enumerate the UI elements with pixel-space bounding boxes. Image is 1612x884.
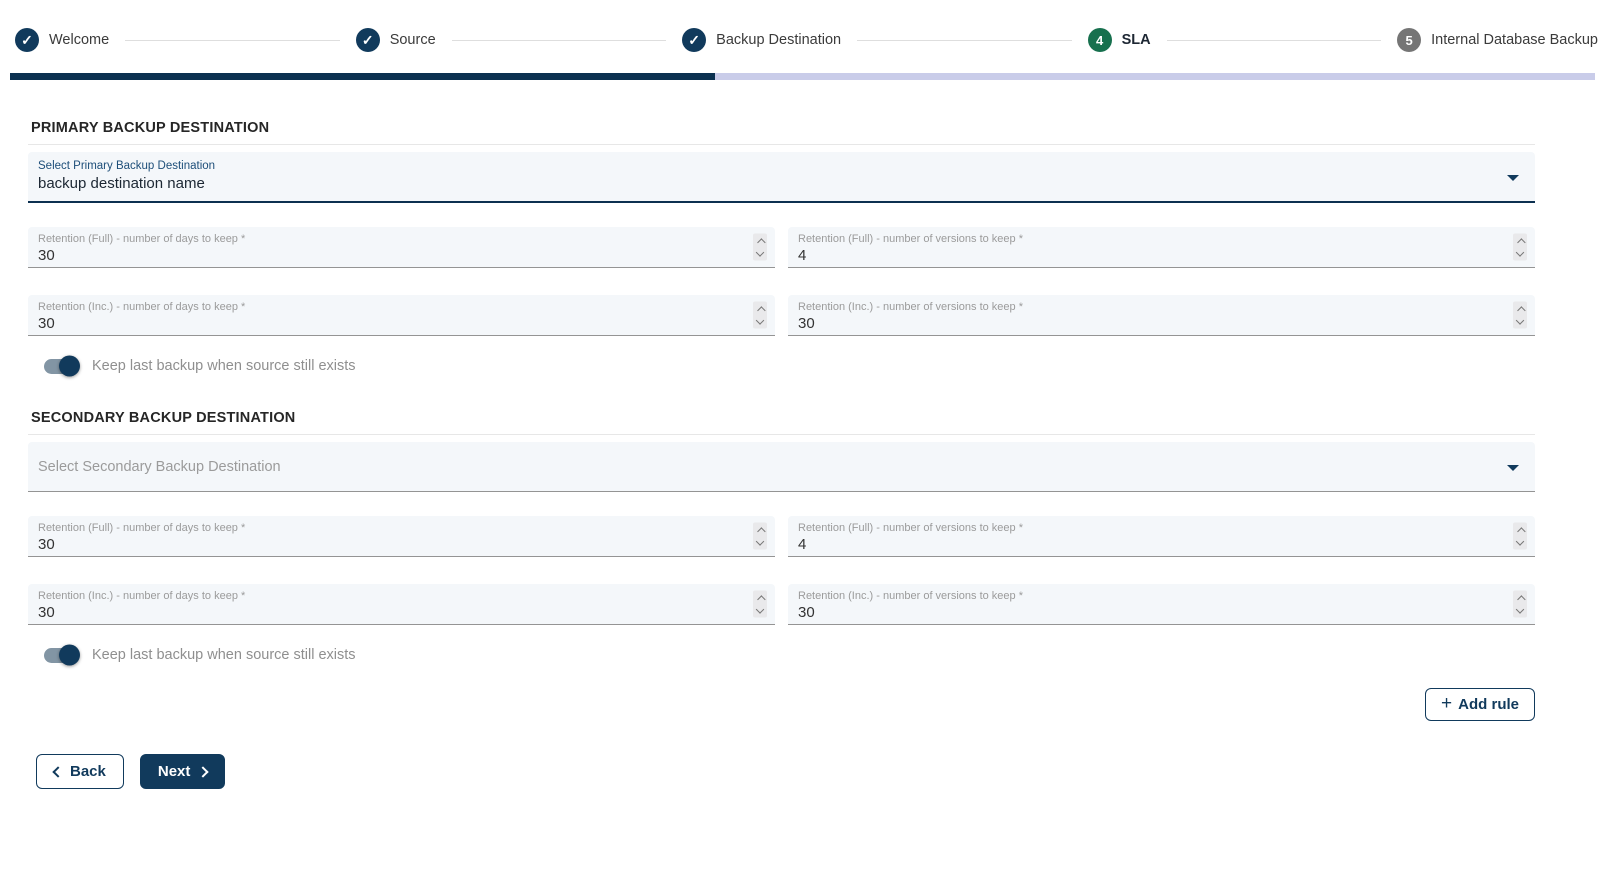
retention-inc-days-input[interactable] [38,315,735,332]
field-label: Retention (Inc.) - number of versions to… [798,590,1495,602]
secondary-backup-destination-section: SECONDARY BACKUP DESTINATION Select Seco… [28,410,1535,663]
chevron-right-icon [198,766,209,777]
chevron-down-icon[interactable] [1507,175,1519,181]
retention-inc-versions-input[interactable] [798,315,1495,332]
wizard-progress-bar [10,73,1595,80]
secondary-backup-destination-select[interactable]: Select Secondary Backup Destination [28,442,1535,492]
number-stepper[interactable] [1513,591,1527,618]
add-rule-label: Add rule [1458,696,1519,713]
retention-inc-days-input[interactable] [38,604,735,621]
retention-full-versions-input[interactable] [798,536,1495,553]
check-icon: ✓ [356,28,380,52]
step-connector [125,40,340,41]
step-backup-destination[interactable]: ✓ Backup Destination [682,28,841,52]
step-connector [1167,40,1382,41]
primary-backup-destination-select[interactable]: Select Primary Backup Destination backup… [28,152,1535,203]
chevron-down-icon[interactable] [1507,465,1519,471]
toggle-label: Keep last backup when source still exist… [92,358,356,374]
retention-full-days-input[interactable] [38,247,735,264]
toggle-label: Keep last backup when source still exist… [92,647,356,663]
next-label: Next [158,763,191,780]
field-label: Retention (Full) - number of versions to… [798,233,1495,245]
next-button[interactable]: Next [140,754,226,789]
select-label: Select Primary Backup Destination [38,160,1491,172]
retention-full-days-input[interactable] [38,536,735,553]
step-label: Source [390,32,436,48]
toggle-thumb [59,356,80,377]
field-label: Retention (Full) - number of days to kee… [38,233,735,245]
retention-inc-days-field[interactable]: Retention (Inc.) - number of days to kee… [28,295,775,336]
retention-inc-versions-input[interactable] [798,604,1495,621]
select-value: backup destination name [38,175,1491,192]
step-label: Welcome [49,32,109,48]
retention-full-versions-field[interactable]: Retention (Full) - number of versions to… [788,516,1535,557]
section-title: PRIMARY BACKUP DESTINATION [31,120,1535,136]
add-rule-button[interactable]: + Add rule [1425,688,1535,721]
number-stepper[interactable] [753,591,767,618]
field-label: Retention (Inc.) - number of versions to… [798,301,1495,313]
divider [28,434,1535,435]
divider [28,144,1535,145]
step-internal-database-backup[interactable]: 5 Internal Database Backup [1397,28,1598,52]
step-connector [452,40,667,41]
step-sla[interactable]: 4 SLA [1088,28,1151,52]
field-label: Retention (Inc.) - number of days to kee… [38,301,735,313]
field-label: Retention (Inc.) - number of days to kee… [38,590,735,602]
check-icon: ✓ [15,28,39,52]
keep-last-backup-toggle[interactable] [44,359,79,374]
number-stepper[interactable] [1513,302,1527,329]
select-placeholder: Select Secondary Backup Destination [38,459,281,475]
plus-icon: + [1441,694,1452,713]
retention-inc-versions-field[interactable]: Retention (Inc.) - number of versions to… [788,584,1535,625]
keep-last-backup-toggle[interactable] [44,648,79,663]
step-connector [857,40,1072,41]
field-label: Retention (Full) - number of versions to… [798,522,1495,534]
step-welcome[interactable]: ✓ Welcome [15,28,109,52]
wizard-stepper: ✓ Welcome ✓ Source ✓ Backup Destination … [15,28,1598,52]
retention-full-days-field[interactable]: Retention (Full) - number of days to kee… [28,227,775,268]
back-button[interactable]: Back [36,754,124,789]
step-source[interactable]: ✓ Source [356,28,436,52]
retention-full-versions-input[interactable] [798,247,1495,264]
retention-full-days-field[interactable]: Retention (Full) - number of days to kee… [28,516,775,557]
chevron-left-icon [52,766,63,777]
retention-inc-versions-field[interactable]: Retention (Inc.) - number of versions to… [788,295,1535,336]
primary-backup-destination-section: PRIMARY BACKUP DESTINATION Select Primar… [28,120,1535,374]
toggle-thumb [59,645,80,666]
check-icon: ✓ [682,28,706,52]
section-title: SECONDARY BACKUP DESTINATION [31,410,1535,426]
number-stepper[interactable] [753,523,767,550]
retention-inc-days-field[interactable]: Retention (Inc.) - number of days to kee… [28,584,775,625]
number-stepper[interactable] [753,234,767,261]
number-stepper[interactable] [1513,234,1527,261]
step-number-badge: 5 [1397,28,1421,52]
step-label: Backup Destination [716,32,841,48]
progress-fill [10,73,715,80]
step-label: Internal Database Backup [1431,32,1598,48]
step-label: SLA [1122,32,1151,48]
back-label: Back [70,763,106,780]
retention-full-versions-field[interactable]: Retention (Full) - number of versions to… [788,227,1535,268]
number-stepper[interactable] [1513,523,1527,550]
step-number-badge: 4 [1088,28,1112,52]
field-label: Retention (Full) - number of days to kee… [38,522,735,534]
number-stepper[interactable] [753,302,767,329]
